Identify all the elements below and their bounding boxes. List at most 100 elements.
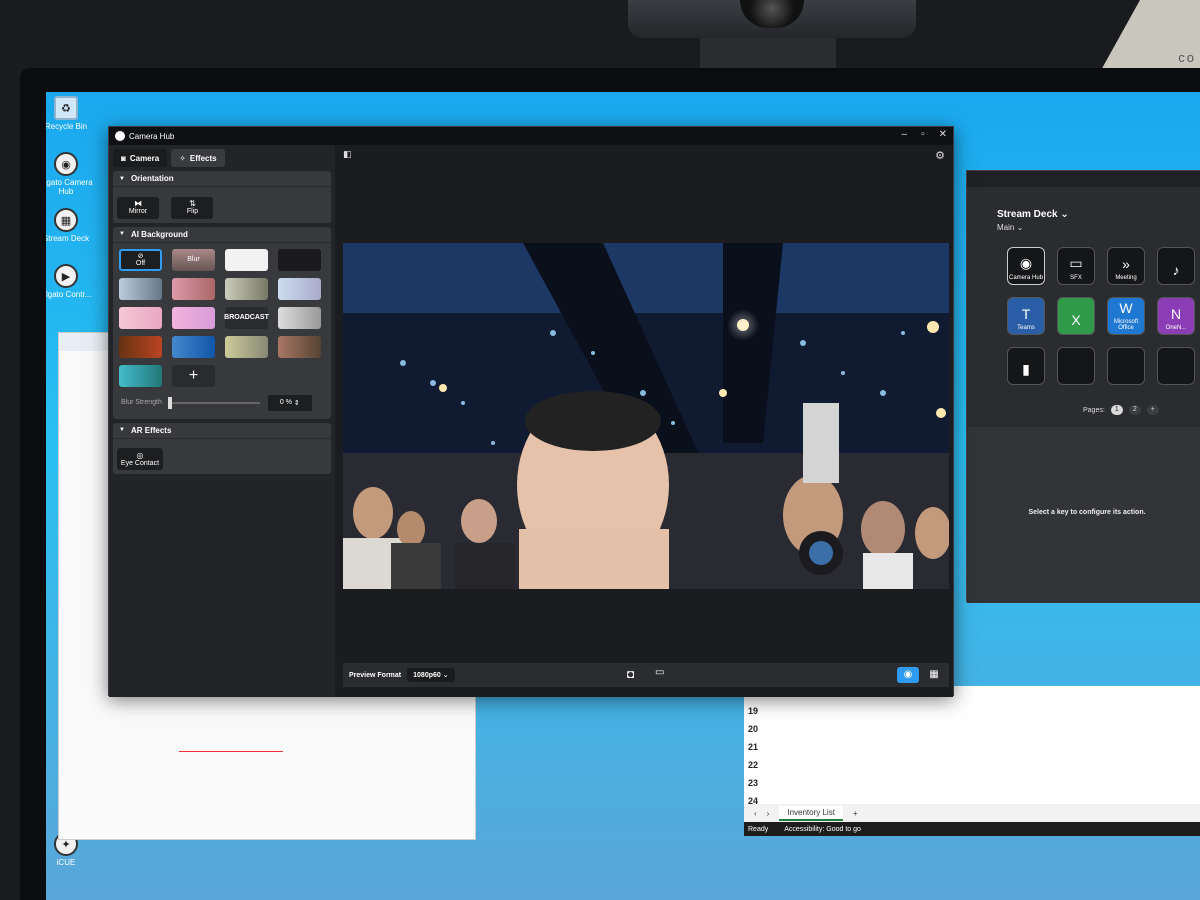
- gear-icon[interactable]: ⚙: [935, 149, 945, 162]
- blur-strength-slider[interactable]: [167, 396, 260, 409]
- grid-overlay-icon[interactable]: ▦: [925, 667, 943, 683]
- background-lounge[interactable]: [225, 335, 268, 358]
- recycle-bin-icon: ♻: [54, 96, 78, 120]
- minimize-icon[interactable]: –: [902, 129, 908, 140]
- key-config-panel: Select a key to configure its action.: [967, 427, 1200, 603]
- camera-preview: [343, 243, 949, 589]
- key-empty[interactable]: [1057, 347, 1095, 385]
- key-camera-hub[interactable]: ◉ Camera Hub: [1007, 247, 1045, 285]
- page-selector: Pages: 1 2 +: [1083, 405, 1159, 415]
- background-studio[interactable]: [225, 277, 268, 300]
- window-title: Camera Hub: [129, 131, 175, 141]
- flip-button[interactable]: ⇅ Flip: [171, 196, 214, 219]
- desktop-icon-recycle-bin[interactable]: ♻ Recycle Bin: [46, 96, 94, 131]
- ai-background-header[interactable]: ▼ AI Background: [113, 227, 331, 243]
- background-teal[interactable]: [119, 364, 162, 387]
- background-black[interactable]: [278, 248, 321, 271]
- ar-effects-section: ▼ AR Effects ◎ Eye Contact: [113, 422, 331, 474]
- light-icon: ▮: [1022, 361, 1030, 377]
- preview-eye-icon[interactable]: ◉: [897, 667, 919, 683]
- caret-down-icon: ▼: [119, 231, 125, 237]
- background-blur[interactable]: Blur: [172, 248, 215, 271]
- eye-contact-button[interactable]: ◎ Eye Contact: [117, 448, 163, 470]
- mirror-button[interactable]: ⧓ Mirror: [117, 196, 159, 219]
- brand-corner-text: co: [1178, 50, 1196, 65]
- stream-deck-titlebar: [967, 171, 1200, 187]
- maximize-icon[interactable]: ▫: [921, 129, 925, 140]
- sheet-prev-icon[interactable]: ‹: [754, 809, 757, 818]
- caret-down-icon: ▼: [119, 427, 125, 433]
- desktop-icon-camera-hub[interactable]: ◉ Elgato Camera Hub: [46, 152, 94, 196]
- settings-panel: ◙ Camera ✧ Effects ▼ Orientation ⧓ Mirror ⇅ F…: [109, 145, 335, 697]
- close-icon[interactable]: ✕: [939, 129, 947, 140]
- sheet-next-icon[interactable]: ›: [767, 809, 770, 818]
- ar-effects-header[interactable]: ▼ AR Effects: [113, 423, 331, 439]
- snapshot-icon[interactable]: ◘: [627, 667, 634, 681]
- chevron-down-icon: ⌄: [1060, 209, 1069, 220]
- key-light[interactable]: ▮: [1007, 347, 1045, 385]
- page-2[interactable]: 2: [1128, 405, 1141, 415]
- background-office[interactable]: [119, 277, 162, 300]
- background-library[interactable]: [278, 335, 321, 358]
- add-sheet-icon[interactable]: +: [853, 809, 858, 818]
- desktop-icon-label: Elgato Contr...: [46, 290, 92, 299]
- background-room[interactable]: [172, 277, 215, 300]
- background-sky[interactable]: [278, 277, 321, 300]
- key-onenote[interactable]: N OneN...: [1157, 297, 1195, 335]
- tab-effects[interactable]: ✧ Effects: [171, 149, 225, 167]
- preview-format-select[interactable]: 1080p60 ⌄: [407, 668, 455, 682]
- blur-strength-row: Blur Strength 0 % ⇕: [113, 387, 331, 415]
- flip-icon: ⇅: [189, 199, 196, 208]
- background-off[interactable]: ⊘ Off: [119, 248, 162, 271]
- preview-area: ◧ ⚙ Preview Format 1080p60 ⌄ ◘ ▭ ◉ ▦: [335, 145, 953, 697]
- page-1[interactable]: 1: [1110, 405, 1123, 415]
- orientation-header[interactable]: ▼ Orientation: [113, 171, 331, 187]
- row-number: 22: [747, 760, 758, 770]
- background-blue-room[interactable]: [172, 335, 215, 358]
- profile-selector[interactable]: Main ⌄: [997, 223, 1023, 232]
- key-empty[interactable]: [1157, 347, 1195, 385]
- key-word[interactable]: W Microsoft Office: [1107, 297, 1145, 335]
- key-sfx[interactable]: ▭ SFX: [1057, 247, 1095, 285]
- sheet-tab-inventory[interactable]: Inventory List: [779, 805, 843, 821]
- stepper-icon[interactable]: ⇕: [294, 399, 300, 407]
- key-meeting[interactable]: » Meeting: [1107, 247, 1145, 285]
- onenote-icon: N: [1170, 306, 1182, 322]
- blur-strength-input[interactable]: 0 % ⇕: [267, 394, 312, 411]
- stream-deck-icon: ▦: [54, 208, 78, 232]
- background-pink[interactable]: [119, 306, 162, 329]
- background-white[interactable]: [225, 248, 268, 271]
- desktop-icon-elgato-control[interactable]: ▶ Elgato Contr...: [46, 264, 94, 299]
- config-hint: Select a key to configure its action.: [1028, 509, 1146, 516]
- eye-icon: ◎: [136, 450, 144, 460]
- status-accessibility[interactable]: Accessibility: Good to go: [784, 826, 861, 833]
- key-audio[interactable]: ♪: [1157, 247, 1195, 285]
- desktop-icon-label: Recycle Bin: [46, 122, 88, 131]
- background-gallery[interactable]: [278, 306, 321, 329]
- add-background-button[interactable]: +: [172, 364, 215, 387]
- background-stage[interactable]: [119, 335, 162, 358]
- teams-icon: T: [1021, 306, 1031, 322]
- desktop-icon-label: Elgato Camera Hub: [46, 178, 93, 196]
- ai-background-section: ▼ AI Background ⊘ Off Blur BROADCAST + B…: [113, 226, 331, 419]
- stream-deck-window: Stream Deck ⌄ Main ⌄ ◉ Camera Hub ▭ SFX » M…: [966, 170, 1200, 603]
- sidebar-toggle-icon[interactable]: ◧: [343, 149, 352, 160]
- key-excel[interactable]: X: [1057, 297, 1095, 335]
- folder-icon[interactable]: ▭: [655, 667, 664, 678]
- status-ready: Ready: [748, 825, 769, 833]
- add-page[interactable]: +: [1146, 405, 1159, 415]
- desktop-screen: ♻ Recycle Bin ◉ Elgato Camera Hub ▦ Stre…: [46, 92, 1200, 900]
- blur-strength-label: Blur Strength: [121, 399, 162, 406]
- camera-icon: ◙: [121, 153, 126, 163]
- stream-deck-title[interactable]: Stream Deck ⌄: [997, 209, 1069, 220]
- background-magenta[interactable]: [172, 306, 215, 329]
- background-broadcast[interactable]: BROADCAST: [224, 306, 269, 329]
- elgato-control-icon: ▶: [54, 264, 78, 288]
- key-empty[interactable]: [1107, 347, 1145, 385]
- key-teams[interactable]: T Teams: [1007, 297, 1045, 335]
- desktop-icon-stream-deck[interactable]: ▦ Stream Deck: [46, 208, 94, 243]
- camera-hub-titlebar: Camera Hub – ▫ ✕: [109, 127, 953, 145]
- slider-knob[interactable]: [167, 396, 172, 409]
- tab-camera[interactable]: ◙ Camera: [113, 149, 168, 167]
- caret-down-icon: ▼: [119, 175, 125, 182]
